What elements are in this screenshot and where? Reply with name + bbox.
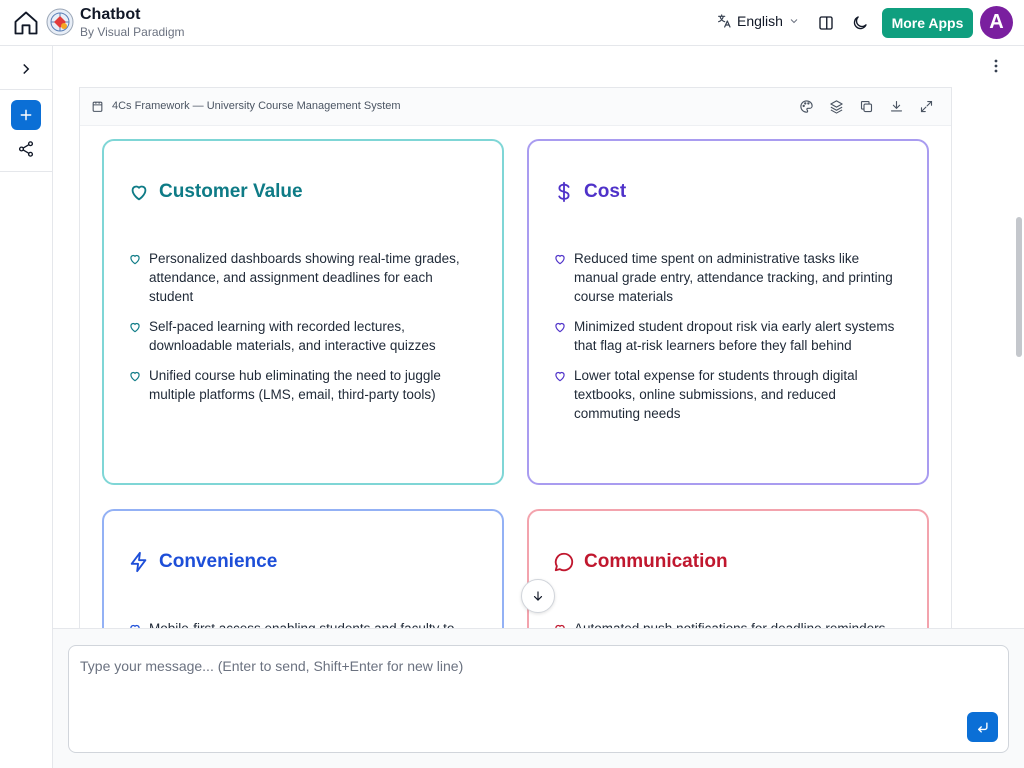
- card-list: Reduced time spent on administrative tas…: [553, 249, 905, 434]
- card-convenience: Convenience Mobile-first access enabling…: [102, 509, 504, 628]
- plus-icon: [20, 109, 32, 121]
- expand-icon[interactable]: [919, 99, 934, 114]
- card-communication: Communication Automated push notificatio…: [527, 509, 929, 628]
- list-item: Minimized student dropout risk via early…: [553, 317, 905, 355]
- translate-icon: [716, 13, 732, 29]
- artifact-title: 4Cs Framework — University Course Manage…: [112, 100, 401, 112]
- card-title: Customer Value: [159, 181, 303, 202]
- arrow-down-icon: [533, 591, 543, 601]
- palette-icon[interactable]: [799, 99, 814, 114]
- message-composer: [68, 645, 1009, 753]
- scrollbar-thumb[interactable]: [1016, 217, 1022, 357]
- more-options-icon[interactable]: [989, 58, 1003, 74]
- composer-area: [53, 628, 1024, 768]
- new-chat-button[interactable]: [11, 100, 41, 130]
- document-icon: [91, 100, 104, 113]
- card-title: Cost: [584, 181, 627, 202]
- panel-toggle-icon[interactable]: [817, 14, 835, 32]
- send-button[interactable]: [967, 712, 998, 742]
- chevron-right-icon[interactable]: [17, 60, 35, 78]
- app-subtitle: By Visual Paradigm: [80, 25, 185, 39]
- card-title: Convenience: [159, 551, 278, 572]
- left-rail: [0, 46, 53, 768]
- card-list: Mobile-first access enabling students an…: [128, 619, 480, 628]
- divider: [0, 171, 53, 172]
- list-item: Mobile-first access enabling students an…: [128, 619, 480, 628]
- list-item: Personalized dashboards showing real-tim…: [128, 249, 480, 306]
- more-apps-button[interactable]: More Apps: [882, 8, 973, 38]
- card-header: Communication: [553, 551, 728, 573]
- chat-bubble-icon: [553, 551, 575, 573]
- share-icon[interactable]: [17, 140, 35, 158]
- card-title: Communication: [584, 551, 728, 572]
- dollar-icon: [553, 181, 575, 203]
- app-title: Chatbot: [80, 6, 141, 23]
- language-selector[interactable]: English: [716, 13, 800, 29]
- card-list: Automated push notifications for deadlin…: [553, 619, 905, 628]
- lightning-icon: [128, 551, 150, 573]
- card-header: Cost: [553, 181, 626, 203]
- divider: [0, 89, 53, 90]
- card-customer-value: Customer Value Personalized dashboards s…: [102, 139, 504, 485]
- heart-icon: [128, 181, 150, 203]
- chat-area: 4Cs Framework — University Course Manage…: [53, 46, 1024, 628]
- visual-paradigm-logo: [46, 8, 74, 36]
- app-header: Chatbot By Visual Paradigm English More …: [0, 0, 1024, 46]
- download-icon[interactable]: [889, 99, 904, 114]
- list-item: Reduced time spent on administrative tas…: [553, 249, 905, 306]
- list-item: Unified course hub eliminating the need …: [128, 366, 480, 404]
- layers-icon[interactable]: [829, 99, 844, 114]
- list-item: Automated push notifications for deadlin…: [553, 619, 905, 628]
- message-input[interactable]: [80, 658, 960, 718]
- artifact-toolbar: 4Cs Framework — University Course Manage…: [80, 88, 951, 126]
- card-cost: Cost Reduced time spent on administrativ…: [527, 139, 929, 485]
- scroll-to-bottom-button[interactable]: [521, 579, 555, 613]
- copy-icon[interactable]: [859, 99, 874, 114]
- list-item: Self-paced learning with recorded lectur…: [128, 317, 480, 355]
- moon-icon[interactable]: [851, 14, 869, 32]
- home-icon[interactable]: [12, 9, 40, 37]
- language-label: English: [737, 13, 783, 29]
- artifact-panel: 4Cs Framework — University Course Manage…: [79, 87, 952, 628]
- list-item: Lower total expense for students through…: [553, 366, 905, 423]
- avatar[interactable]: A: [980, 6, 1013, 39]
- card-list: Personalized dashboards showing real-tim…: [128, 249, 480, 415]
- card-header: Convenience: [128, 551, 277, 573]
- enter-icon: [978, 721, 988, 733]
- chevron-down-icon: [788, 15, 800, 27]
- card-header: Customer Value: [128, 181, 303, 203]
